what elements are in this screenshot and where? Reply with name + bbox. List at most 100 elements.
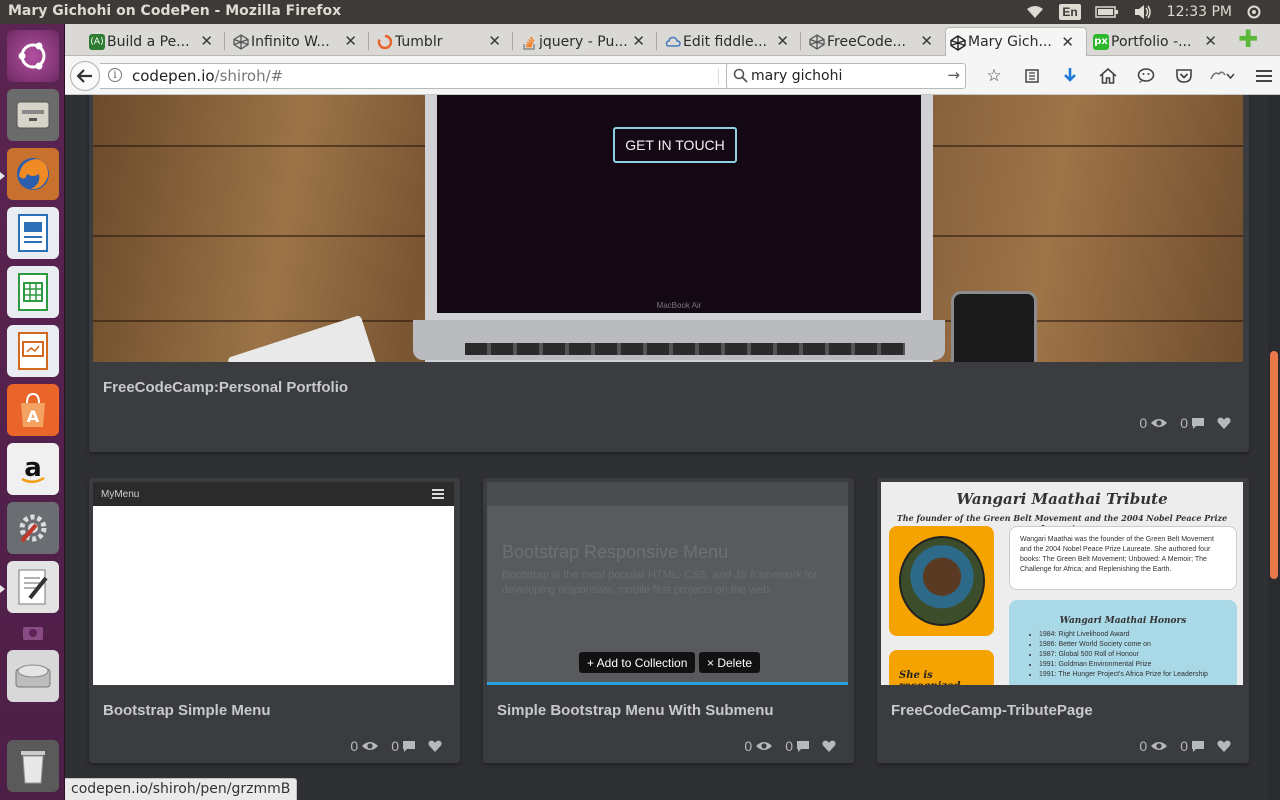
eye-icon <box>1151 742 1168 750</box>
pen-preview[interactable]: MacBook Air GET IN TOUCH <box>93 95 1243 362</box>
views-stat[interactable]: 0 <box>1139 415 1168 431</box>
clock[interactable]: 12:33 PM <box>1167 4 1232 20</box>
honor-item: 1991: The Hunger Project's Africa Prize … <box>1039 670 1208 680</box>
browser-tab[interactable]: jquery - Pu... ✕ <box>517 27 657 56</box>
comment-icon <box>1192 417 1204 429</box>
scrollbar-thumb[interactable] <box>1270 351 1278 579</box>
delete-button[interactable]: × Delete <box>699 652 761 673</box>
libreoffice-writer-icon[interactable] <box>7 207 59 259</box>
browser-tab[interactable]: FreeCode... ✕ <box>805 27 945 56</box>
pen-title[interactable]: Simple Bootstrap Menu With Submenu <box>497 702 774 719</box>
libreoffice-calc-icon[interactable] <box>7 266 59 318</box>
trash-icon[interactable] <box>7 740 59 792</box>
hamburger-menu-icon[interactable] <box>1249 64 1279 88</box>
libreoffice-impress-icon[interactable] <box>7 325 59 377</box>
phone-image <box>951 291 1037 362</box>
pen-title[interactable]: FreeCodeCamp-TributePage <box>891 702 1093 719</box>
eye-icon <box>1151 419 1168 427</box>
views-count: 0 <box>744 738 753 754</box>
site-info-icon[interactable]: i <box>108 68 122 82</box>
tab-label: jquery - Pu... <box>539 33 628 50</box>
close-tab-icon[interactable]: ✕ <box>632 32 645 50</box>
amazon-icon[interactable]: a <box>7 443 59 495</box>
browser-tab-active[interactable]: Mary Gich... ✕ <box>945 27 1087 56</box>
chat-smiley-icon[interactable] <box>1127 64 1165 88</box>
keyboard-layout-indicator[interactable]: En <box>1059 4 1081 20</box>
files-icon[interactable] <box>7 89 59 141</box>
get-in-touch-button[interactable]: GET IN TOUCH <box>613 127 737 163</box>
pen-stats: 0 0 <box>744 738 836 754</box>
comments-count: 0 <box>785 738 793 754</box>
browser-tab[interactable]: (A) Build a Pe... ✕ <box>85 27 225 56</box>
extension-menu-icon[interactable] <box>1203 64 1241 88</box>
power-gear-icon[interactable] <box>1246 4 1262 20</box>
system-tray: En 12:33 PM <box>1025 0 1280 24</box>
comments-stat[interactable]: 0 <box>785 738 810 754</box>
close-tab-icon[interactable]: ✕ <box>920 32 933 50</box>
volume-icon[interactable] <box>1133 4 1153 20</box>
ubuntu-software-icon[interactable]: A <box>7 384 59 436</box>
back-button[interactable] <box>70 61 100 91</box>
pen-preview[interactable]: Wangari Maathai Tribute The founder of t… <box>881 482 1243 685</box>
comments-stat[interactable]: 0 <box>1180 738 1205 754</box>
close-tab-icon[interactable]: ✕ <box>344 32 357 50</box>
comments-stat[interactable]: 0 <box>391 738 416 754</box>
browser-tab[interactable]: px Portfolio -... ✕ <box>1089 27 1229 56</box>
jsfiddle-cloud-icon <box>665 34 681 50</box>
pen-stats: 0 0 <box>1139 738 1231 754</box>
firefox-icon[interactable] <box>7 148 59 200</box>
comments-stat[interactable]: 0 <box>1180 415 1205 431</box>
text-editor-icon[interactable] <box>7 561 59 613</box>
system-settings-icon[interactable] <box>7 502 59 554</box>
url-bar[interactable]: i codepen.io/shiroh/# ↻ <box>100 63 750 89</box>
views-stat[interactable]: 0 <box>1139 738 1168 754</box>
search-bar[interactable]: mary gichohi → <box>726 63 966 89</box>
browser-tab[interactable]: Infinito W... ✕ <box>229 27 369 56</box>
search-input[interactable]: mary gichohi <box>751 68 842 84</box>
bookmarks-library-icon[interactable] <box>1013 64 1051 88</box>
close-tab-icon[interactable]: ✕ <box>776 32 789 50</box>
views-stat[interactable]: 0 <box>744 738 773 754</box>
window-title: Mary Gichohi on CodePen - Mozilla Firefo… <box>8 3 342 19</box>
close-tab-icon[interactable]: ✕ <box>1204 32 1217 50</box>
heart-button[interactable] <box>1217 740 1231 752</box>
pocket-icon[interactable] <box>1165 64 1203 88</box>
preview-navbar <box>487 482 848 506</box>
featured-pen-card[interactable]: MacBook Air GET IN TOUCH FreeCodeCamp:Pe… <box>89 95 1249 452</box>
pen-card[interactable]: MyMenu Bootstrap Simple Menu 0 0 <box>89 478 460 763</box>
browser-tab[interactable]: Tumblr ✕ <box>373 27 513 56</box>
ubuntu-dash-icon[interactable] <box>7 30 59 82</box>
pen-card[interactable]: Wangari Maathai Tribute The founder of t… <box>877 478 1249 763</box>
tab-label: Build a Pe... <box>107 33 190 50</box>
new-tab-plus-icon[interactable]: ✚ <box>1237 28 1259 52</box>
heart-button[interactable] <box>822 740 836 752</box>
close-tab-icon[interactable]: ✕ <box>488 32 501 50</box>
browser-tab[interactable]: Edit fiddle... ✕ <box>661 27 801 56</box>
comment-icon <box>797 740 809 752</box>
battery-icon[interactable] <box>1094 6 1119 18</box>
pen-preview[interactable]: MyMenu <box>93 482 454 685</box>
pen-card[interactable]: Bootstrap Responsive Menu Bootstrap is t… <box>483 478 854 763</box>
portrait-photo <box>899 536 985 626</box>
close-tab-icon[interactable]: ✕ <box>1061 33 1074 51</box>
pen-preview[interactable]: Bootstrap Responsive Menu Bootstrap is t… <box>487 482 848 685</box>
search-go-arrow-icon[interactable]: → <box>947 66 960 84</box>
tab-label: FreeCode... <box>827 33 906 50</box>
add-to-collection-button[interactable]: + Add to Collection <box>579 652 696 673</box>
pen-title[interactable]: Bootstrap Simple Menu <box>103 702 271 719</box>
page-scrollbar[interactable] <box>1268 95 1280 800</box>
bookmark-star-icon[interactable]: ☆ <box>975 64 1013 88</box>
home-icon[interactable] <box>1089 64 1127 88</box>
pen-title[interactable]: FreeCodeCamp:Personal Portfolio <box>103 379 348 396</box>
screenshot-icon[interactable] <box>7 618 59 646</box>
heart-button[interactable] <box>428 740 442 752</box>
comments-count: 0 <box>391 738 399 754</box>
pen-stats: 0 0 <box>350 738 442 754</box>
os-top-panel: Mary Gichohi on CodePen - Mozilla Firefo… <box>0 0 1280 24</box>
wifi-icon[interactable] <box>1025 5 1045 19</box>
drive-icon[interactable] <box>7 650 59 702</box>
heart-button[interactable] <box>1217 417 1231 429</box>
close-tab-icon[interactable]: ✕ <box>200 32 213 50</box>
downloads-icon[interactable] <box>1051 64 1089 88</box>
views-stat[interactable]: 0 <box>350 738 379 754</box>
